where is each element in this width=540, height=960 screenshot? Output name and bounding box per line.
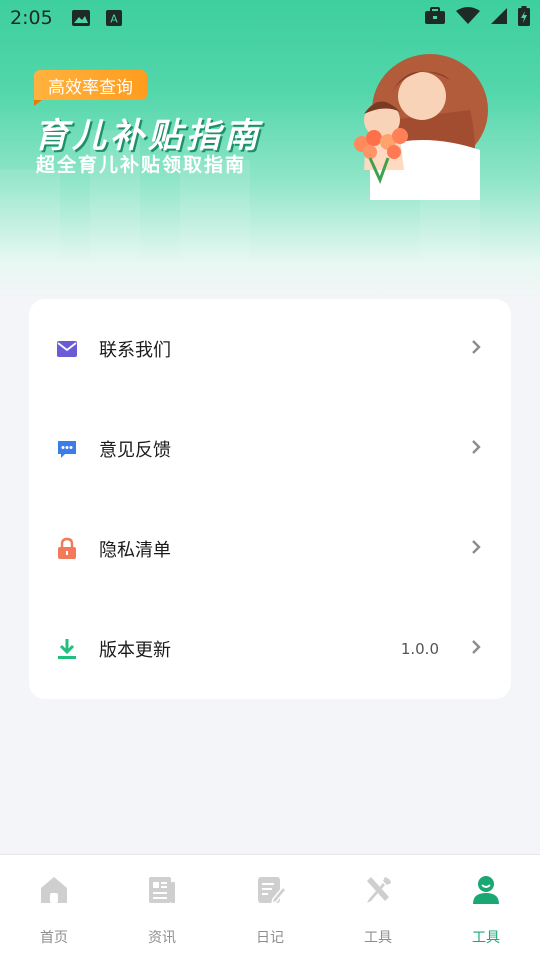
menu-item-label: 联系我们	[99, 340, 171, 361]
mail-icon	[55, 337, 79, 361]
menu-item-version-update[interactable]: 版本更新 1.0.0	[29, 599, 511, 699]
image-icon	[71, 9, 91, 27]
banner-tag: 高效率查询	[34, 70, 147, 106]
tab-diary[interactable]: 日记	[216, 855, 324, 960]
signal-icon	[490, 7, 508, 30]
lock-icon	[55, 537, 79, 561]
mother-child-illustration	[354, 54, 488, 200]
a-text-icon: A	[105, 9, 123, 27]
tab-home[interactable]: 首页	[0, 855, 108, 960]
tab-label: 工具	[364, 930, 392, 946]
diary-icon	[253, 873, 287, 907]
chevron-right-icon	[471, 339, 481, 359]
status-bar: 2:05 A	[0, 0, 540, 36]
tab-label: 工具	[472, 930, 500, 946]
status-time: 2:05	[10, 7, 53, 29]
menu-item-feedback[interactable]: 意见反馈	[29, 399, 511, 499]
chevron-right-icon	[471, 539, 481, 559]
menu-item-contact-us[interactable]: 联系我们	[29, 299, 511, 399]
svg-text:A: A	[110, 13, 118, 26]
tab-label: 资讯	[148, 930, 176, 946]
briefcase-icon	[424, 6, 446, 30]
tools-icon	[361, 873, 395, 907]
menu-item-label: 意见反馈	[99, 440, 171, 461]
chevron-right-icon	[471, 439, 481, 459]
menu-item-label: 版本更新	[99, 640, 171, 661]
tab-news[interactable]: 资讯	[108, 855, 216, 960]
user-icon	[469, 873, 503, 907]
bottom-tab-bar: 首页 资讯 日记 工具 工具	[0, 854, 540, 960]
banner-building	[0, 170, 60, 260]
tab-profile[interactable]: 工具	[432, 855, 540, 960]
home-icon	[37, 873, 71, 907]
settings-card: 联系我们 意见反馈 隐私清单 版本更新 1.0.0	[29, 299, 511, 699]
header-banner: 高效率查询 育儿补贴指南 超全育儿补贴领取指南	[0, 0, 540, 300]
battery-charging-icon	[518, 5, 530, 31]
tab-label: 日记	[256, 930, 284, 946]
wifi-icon	[456, 6, 480, 30]
chevron-right-icon	[471, 639, 481, 659]
download-icon	[55, 637, 79, 661]
menu-item-privacy-list[interactable]: 隐私清单	[29, 499, 511, 599]
version-value: 1.0.0	[400, 640, 439, 658]
news-icon	[145, 873, 179, 907]
tab-tools[interactable]: 工具	[324, 855, 432, 960]
tab-label: 首页	[40, 930, 68, 946]
banner-subtitle: 超全育儿补贴领取指南	[36, 154, 247, 176]
menu-item-label: 隐私清单	[99, 540, 171, 561]
chat-icon	[55, 437, 79, 461]
